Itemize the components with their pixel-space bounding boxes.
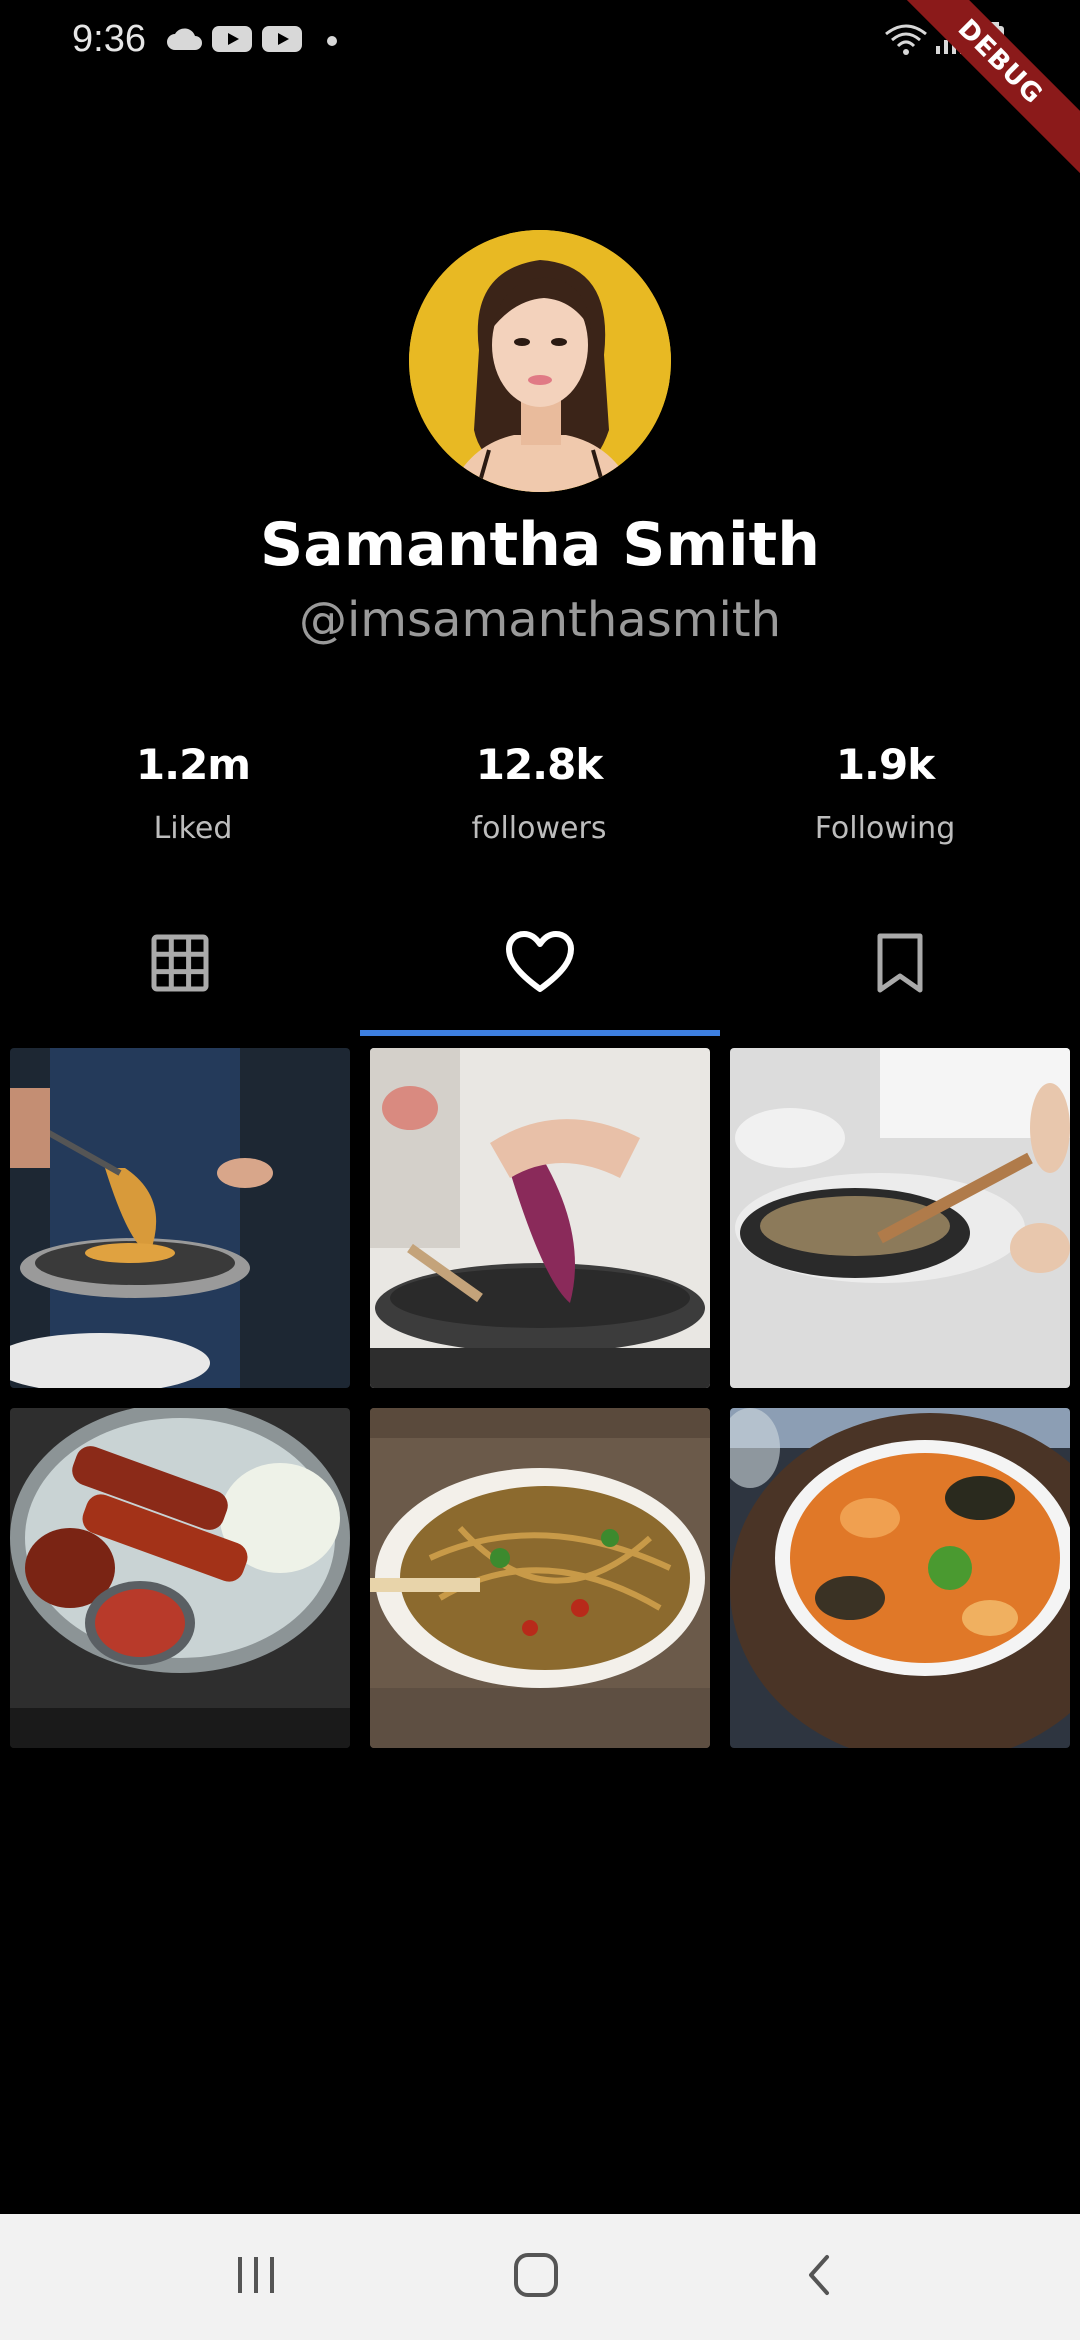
stat-label: Liked (153, 811, 233, 846)
dot-icon (326, 34, 338, 52)
profile-tabs (0, 900, 1080, 1040)
stat-value: 1.9k (835, 740, 935, 789)
youtube-icon (212, 24, 252, 59)
back-icon (803, 2253, 833, 2302)
post-thumbnail[interactable] (730, 1048, 1070, 1388)
stat-following[interactable]: 1.9k Following (735, 740, 1035, 846)
stat-liked[interactable]: 1.2m Liked (43, 740, 343, 846)
stat-value: 1.2m (135, 740, 251, 789)
stat-followers[interactable]: 12.8k followers (389, 740, 689, 846)
stat-label: Following (814, 811, 956, 846)
home-button[interactable] (491, 2247, 581, 2307)
post-thumbnail[interactable] (10, 1408, 350, 1748)
avatar[interactable] (409, 230, 671, 492)
cloud-icon (166, 26, 202, 57)
post-thumbnail[interactable] (730, 1408, 1070, 1748)
profile-handle: @imsamanthasmith (298, 592, 782, 648)
tab-indicator (360, 1030, 720, 1036)
profile-stats: 1.2m Liked 12.8k followers 1.9k Followin… (0, 740, 1080, 860)
tab-liked[interactable] (360, 900, 720, 1030)
system-nav-bar (0, 2214, 1080, 2340)
tab-saved[interactable] (720, 900, 1080, 1030)
recent-apps-icon (234, 2255, 278, 2300)
post-thumbnail[interactable] (10, 1048, 350, 1388)
status-bar: 9:36 DEBUG (0, 0, 1080, 184)
post-thumbnail[interactable] (370, 1048, 710, 1388)
youtube-icon (262, 24, 302, 59)
wifi-icon (884, 22, 928, 61)
bookmark-icon (875, 932, 925, 999)
tab-grid[interactable] (0, 900, 360, 1030)
recent-apps-button[interactable] (211, 2247, 301, 2307)
profile-name: Samantha Smith (260, 510, 820, 580)
post-thumbnail[interactable] (370, 1408, 710, 1748)
back-button[interactable] (773, 2247, 863, 2307)
heart-icon (505, 930, 575, 1000)
stat-label: followers (471, 811, 607, 846)
home-icon (513, 2252, 559, 2303)
stat-value: 12.8k (475, 740, 604, 789)
status-time: 9:36 (72, 18, 146, 60)
grid-icon (151, 934, 209, 997)
